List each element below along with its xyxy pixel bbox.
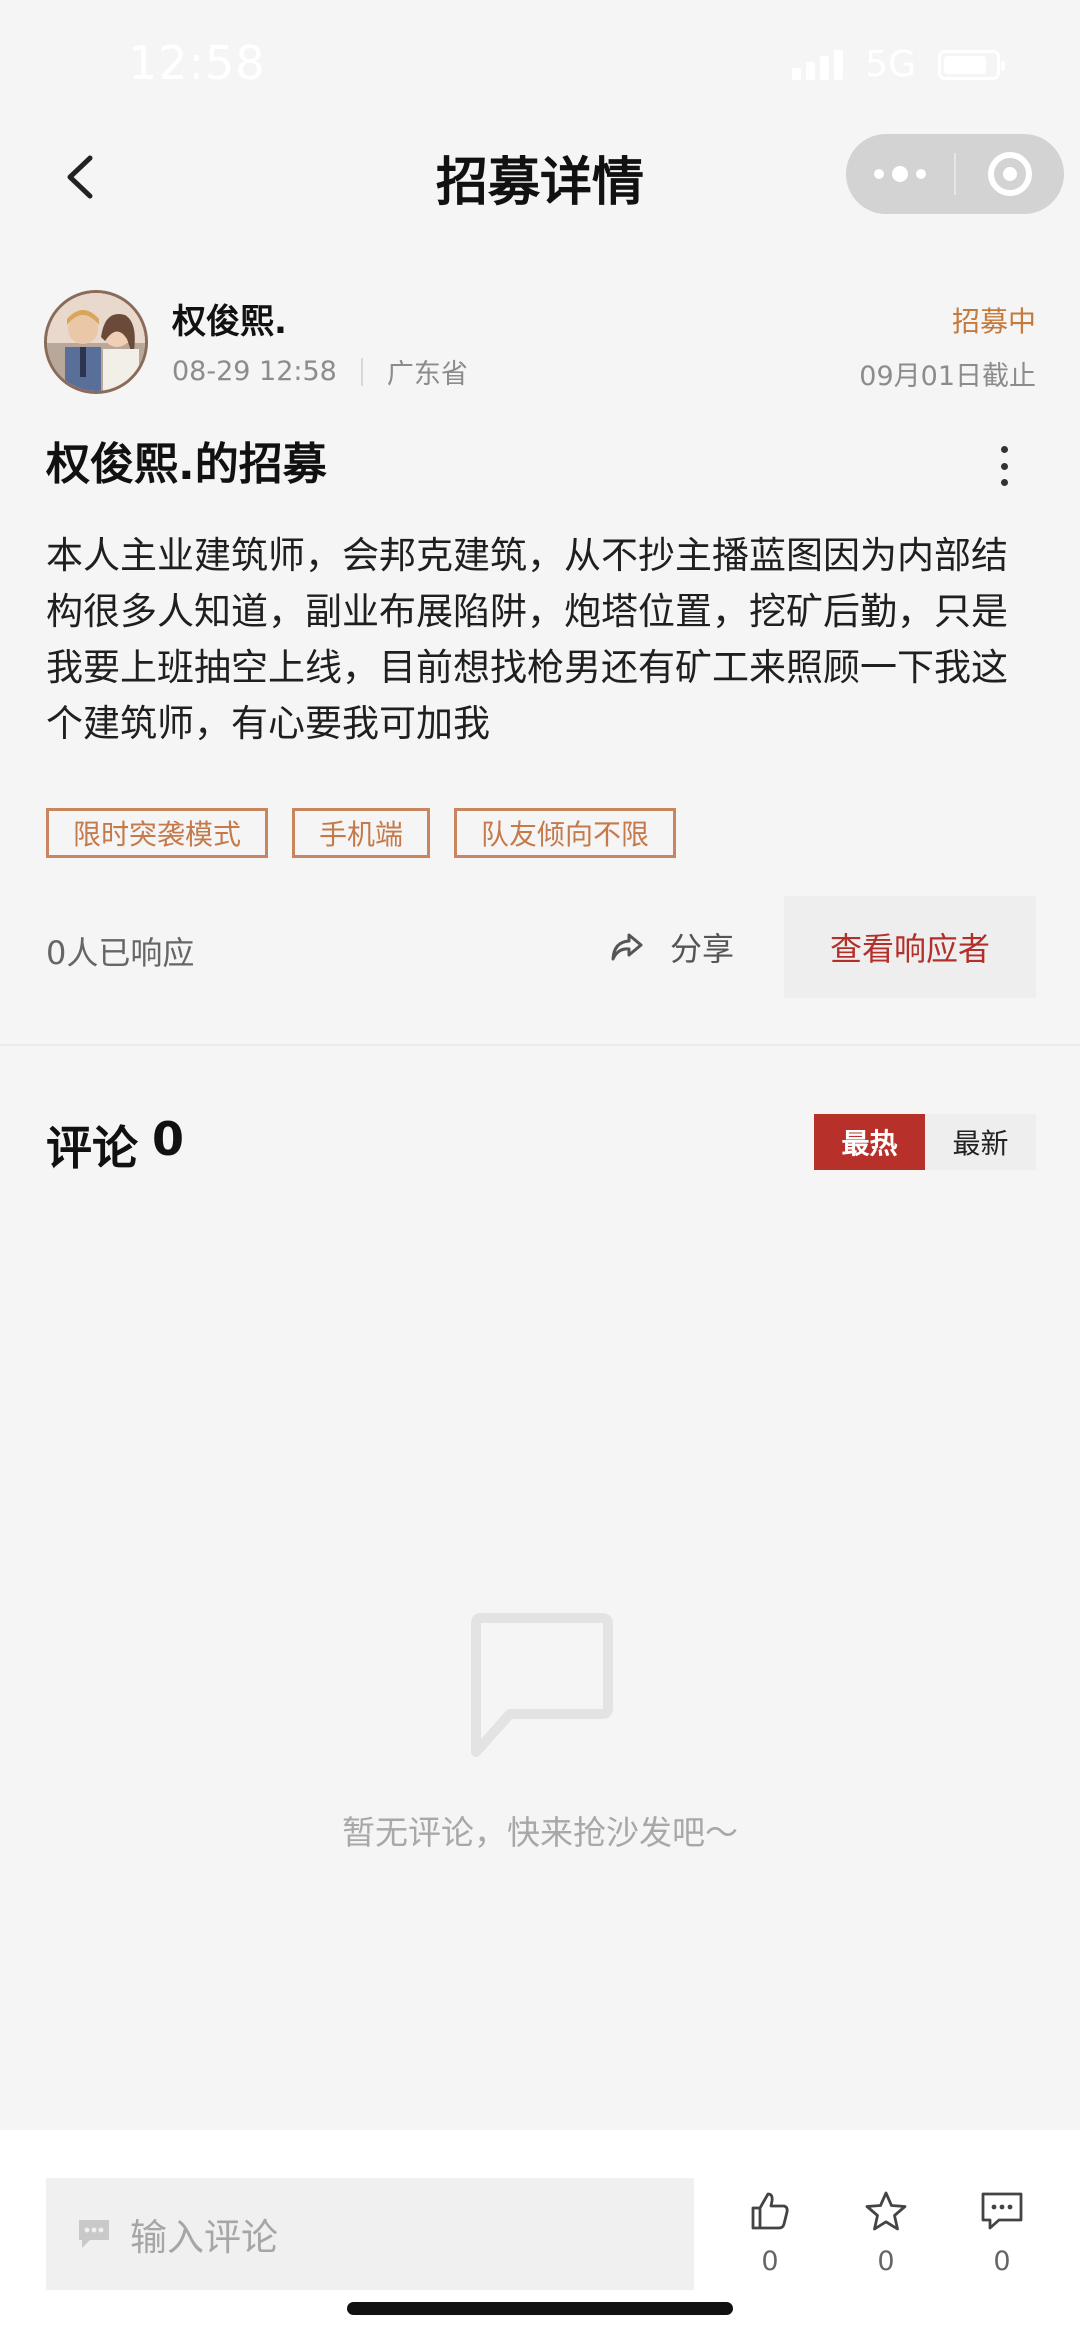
share-label: 分享 [670, 930, 735, 968]
like-button[interactable]: 0 [725, 2190, 815, 2277]
comment-button[interactable]: 0 [957, 2190, 1047, 2277]
tag-list: 限时突袭模式 手机端 队友倾向不限 [46, 808, 677, 858]
star-icon [865, 2191, 907, 2231]
comments-heading: 评论 0 [46, 1112, 184, 1178]
empty-comments-text: 暂无评论，快来抢沙发吧～ [342, 1813, 738, 1852]
author-name[interactable]: 权俊熙. [172, 294, 287, 343]
share-icon [611, 933, 643, 961]
star-count: 0 [877, 2246, 895, 2277]
post-meta: 08-29 12:58 广东省 [172, 352, 468, 391]
post-date: 08-29 12:58 [172, 356, 337, 387]
meta-divider [360, 357, 363, 386]
comment-sort-toggle: 最热 最新 [814, 1114, 1036, 1170]
thumbs-up-icon [751, 2192, 789, 2230]
like-count: 0 [761, 2246, 779, 2277]
battery-icon [938, 49, 1005, 80]
post-location: 广东省 [386, 359, 468, 390]
empty-comment-icon [471, 1613, 613, 1757]
comment-input-placeholder: 输入评论 [130, 2216, 278, 2259]
kebab-menu-button[interactable] [994, 446, 1014, 486]
tag-item: 限时突袭模式 [46, 808, 269, 858]
post-body: 本人主业建筑师，会邦克建筑，从不抄主播蓝图因为内部结构很多人知道，副业布展陷阱，… [46, 534, 1008, 745]
comments-title: 评论 [46, 1121, 138, 1175]
deadline-label: 09月01日截止 [859, 361, 1036, 392]
more-options-button[interactable] [846, 134, 954, 214]
comment-input[interactable]: 输入评论 [46, 2178, 694, 2290]
home-indicator [347, 2302, 733, 2315]
close-miniprogram-button[interactable] [956, 134, 1064, 214]
comment-icon [981, 2192, 1023, 2230]
tag-item: 手机端 [292, 808, 431, 858]
signal-icon [792, 49, 844, 80]
share-button[interactable]: 分享 [610, 924, 734, 970]
comment-count: 0 [993, 2246, 1011, 2277]
view-responders-button[interactable]: 查看响应者 [784, 896, 1036, 998]
status-indicators: 5G [792, 44, 1005, 85]
tag-item: 队友倾向不限 [454, 808, 677, 858]
avatar[interactable] [44, 290, 148, 394]
status-badge: 招募中 [951, 305, 1036, 338]
sort-hot-button[interactable]: 最热 [814, 1114, 925, 1170]
chat-bubble-icon [79, 2220, 109, 2248]
miniprogram-capsule [846, 134, 1064, 214]
comments-count: 0 [152, 1112, 185, 1166]
favorite-button[interactable]: 0 [841, 2190, 931, 2277]
network-label: 5G [865, 44, 916, 85]
avatar-photo [47, 293, 145, 391]
post-title: 权俊熙.的招募 [46, 439, 327, 490]
responded-count: 0人已响应 [46, 934, 195, 972]
status-time: 12:58 [128, 36, 266, 90]
sort-new-button[interactable]: 最新 [925, 1114, 1036, 1170]
target-icon [988, 152, 1032, 196]
section-divider [0, 1044, 1080, 1046]
